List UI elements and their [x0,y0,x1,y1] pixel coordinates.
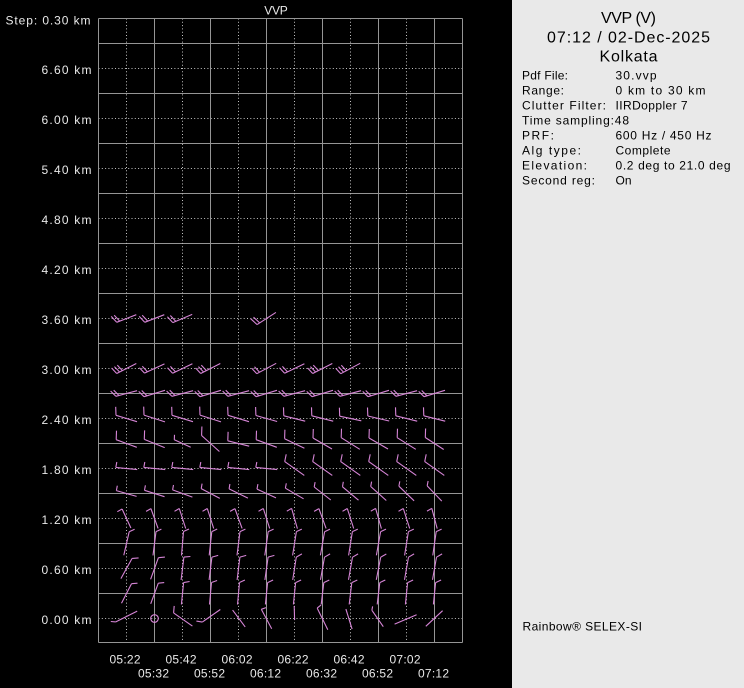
svg-text:4.20 km: 4.20 km [42,263,92,277]
svg-text:06:42: 06:42 [334,653,365,667]
svg-text:3.60 km: 3.60 km [42,313,92,327]
svg-text:07:02: 07:02 [390,653,421,667]
svg-text:Pdf File:: Pdf File: [522,68,568,82]
svg-text:05:42: 05:42 [166,653,197,667]
svg-text:VVP: VVP [264,4,288,18]
svg-text:6.60 km: 6.60 km [42,63,92,77]
svg-text:6.00 km: 6.00 km [42,113,92,127]
svg-text:Alg type:: Alg type: [522,143,581,157]
svg-text:0.60 km: 0.60 km [42,563,92,577]
svg-text:06:52: 06:52 [362,667,393,681]
svg-text:4.80 km: 4.80 km [42,213,92,227]
svg-text:30.vvp: 30.vvp [616,68,657,82]
svg-text:Kolkata: Kolkata [600,48,658,65]
svg-text:07:12: 07:12 [418,667,449,681]
svg-text:On: On [616,173,632,187]
svg-text:06:22: 06:22 [278,653,309,667]
svg-text:06:32: 06:32 [306,667,337,681]
svg-text:Time sampling:48: Time sampling:48 [522,113,629,127]
svg-text:0.00 km: 0.00 km [42,613,92,627]
svg-text:06:02: 06:02 [222,653,253,667]
svg-text:2.40 km: 2.40 km [42,413,92,427]
svg-text:05:22: 05:22 [110,653,141,667]
svg-text:Range:: Range: [522,83,564,97]
svg-text:3.00 km: 3.00 km [42,363,92,377]
svg-text:06:12: 06:12 [250,667,281,681]
svg-text:05:32: 05:32 [138,667,169,681]
svg-text:Second reg:: Second reg: [522,173,595,187]
svg-text:Complete: Complete [616,143,671,157]
svg-text:1.20 km: 1.20 km [42,513,92,527]
svg-text:5.40 km: 5.40 km [42,163,92,177]
svg-text:0 km to 30 km: 0 km to 30 km [616,83,706,97]
svg-text:Elevation:: Elevation: [522,158,587,172]
svg-text:VVP (V): VVP (V) [601,10,656,27]
svg-text:0.2 deg to 21.0 deg: 0.2 deg to 21.0 deg [616,158,731,172]
svg-text:600 Hz / 450 Hz: 600 Hz / 450 Hz [616,128,712,142]
svg-text:05:52: 05:52 [194,667,225,681]
svg-text:Step: 0.30 km: Step: 0.30 km [6,13,91,27]
svg-text:1.80 km: 1.80 km [42,463,92,477]
svg-text:IIRDoppler 7: IIRDoppler 7 [616,98,688,112]
svg-text:07:12 / 02-Dec-2025: 07:12 / 02-Dec-2025 [547,29,710,46]
svg-text:Rainbow® SELEX-SI: Rainbow® SELEX-SI [523,619,643,633]
